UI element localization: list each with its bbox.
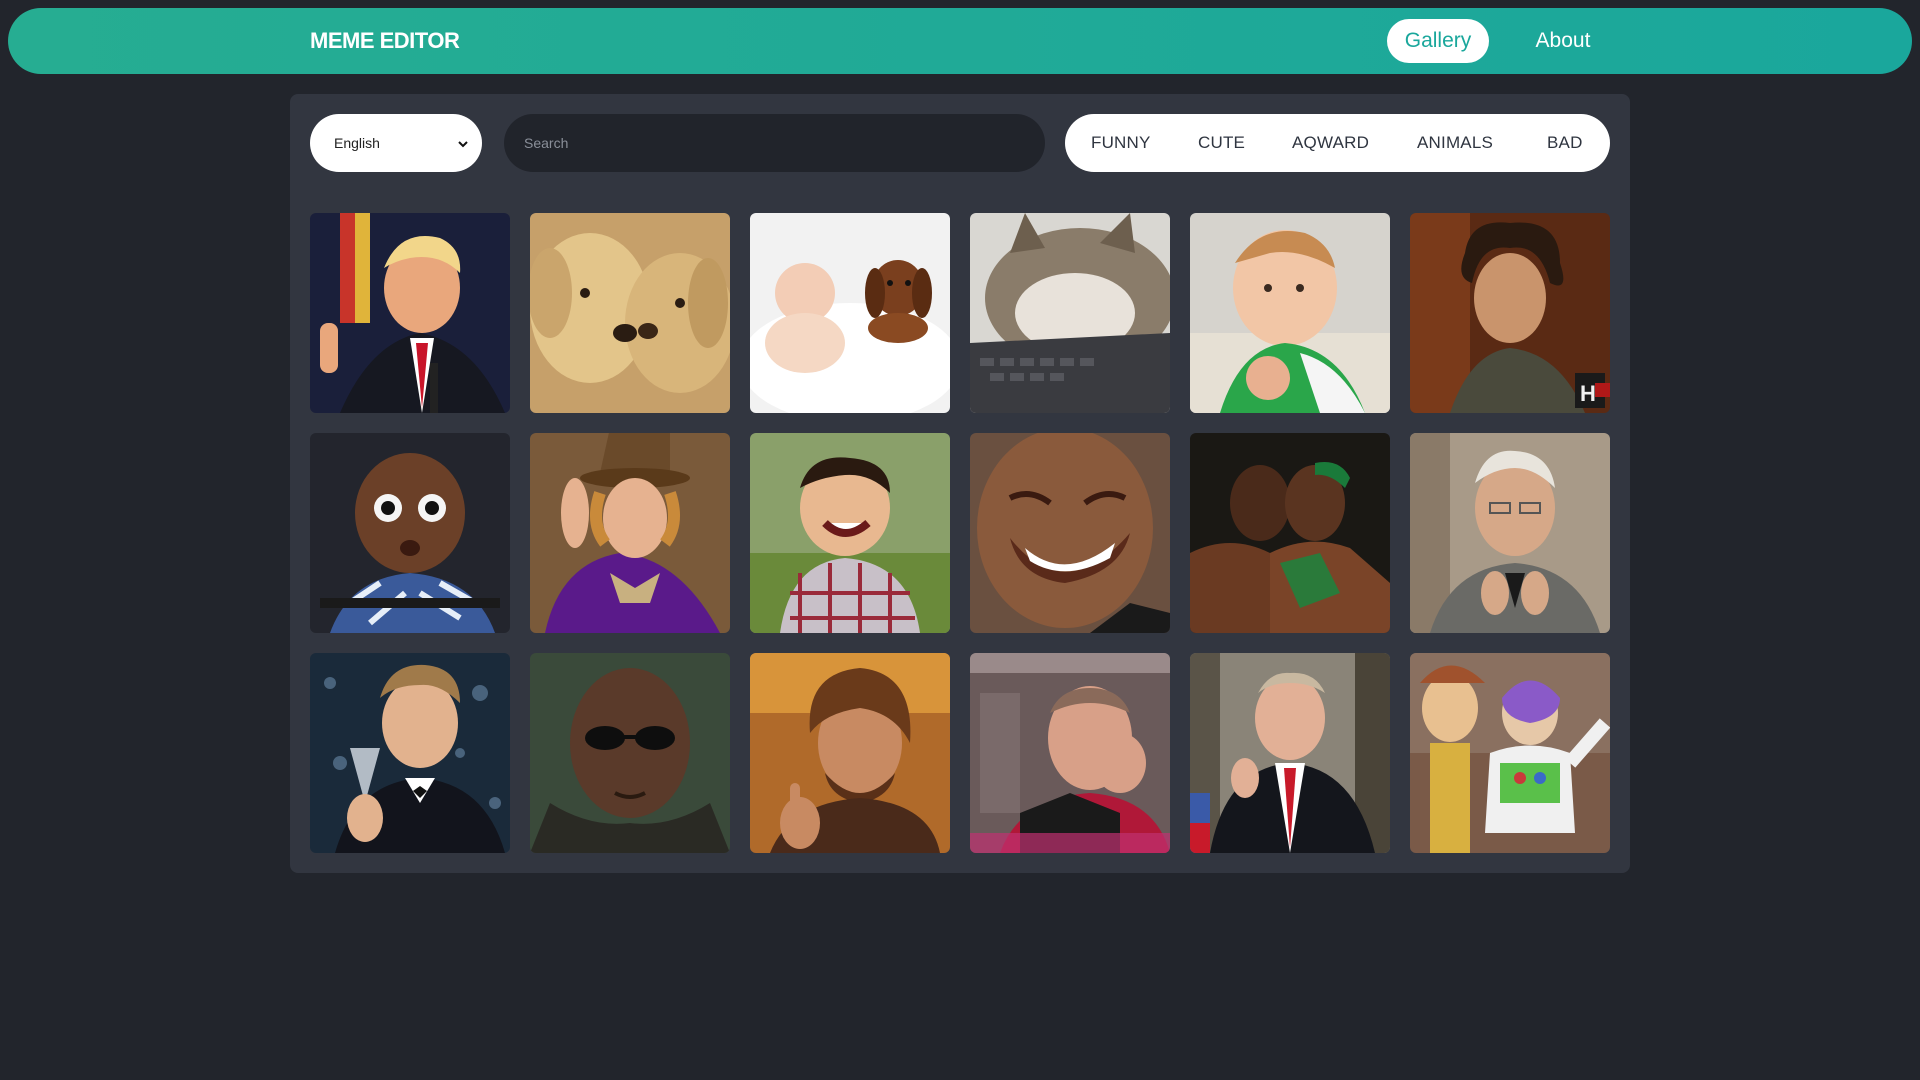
search-placeholder: Search	[524, 135, 569, 151]
meme-thumbnail[interactable]	[970, 213, 1170, 413]
meme-image	[750, 653, 950, 853]
meme-thumbnail[interactable]	[530, 433, 730, 633]
meme-thumbnail[interactable]	[970, 653, 1170, 853]
meme-image	[970, 653, 1170, 853]
tag-aqward[interactable]: AQWARD	[1292, 114, 1369, 172]
meme-thumbnail[interactable]	[750, 653, 950, 853]
app-logo[interactable]: MEME EDITOR	[310, 8, 460, 74]
meme-image	[970, 213, 1170, 413]
search-input[interactable]: Search	[504, 114, 1045, 172]
meme-image	[310, 653, 510, 853]
meme-image	[530, 433, 730, 633]
nav-about-link[interactable]: About	[1518, 19, 1608, 63]
meme-thumbnail[interactable]	[310, 653, 510, 853]
meme-thumbnail[interactable]	[1190, 653, 1390, 853]
meme-thumbnail[interactable]	[310, 213, 510, 413]
meme-thumbnail[interactable]	[530, 213, 730, 413]
tag-funny[interactable]: FUNNY	[1091, 114, 1151, 172]
meme-thumbnail[interactable]	[750, 433, 950, 633]
meme-thumbnail[interactable]: H	[1410, 213, 1610, 413]
gallery-panel: English Search FUNNY CUTE AQWARD ANIMALS…	[290, 94, 1630, 873]
meme-image	[1190, 433, 1390, 633]
meme-thumbnail[interactable]	[310, 433, 510, 633]
meme-image	[1410, 433, 1610, 633]
nav-gallery-link[interactable]: Gallery	[1387, 19, 1489, 63]
language-select-value: English	[334, 135, 380, 151]
meme-image	[530, 653, 730, 853]
meme-thumbnail[interactable]	[1410, 653, 1610, 853]
meme-thumbnail[interactable]	[970, 433, 1170, 633]
meme-image	[1190, 653, 1390, 853]
chevron-down-icon	[458, 141, 468, 148]
meme-image	[310, 213, 510, 413]
meme-image	[1410, 653, 1610, 853]
meme-image	[1190, 213, 1390, 413]
meme-image: H	[1410, 213, 1610, 413]
meme-thumbnail[interactable]	[1190, 433, 1390, 633]
top-navbar: MEME EDITOR Gallery About	[8, 8, 1912, 74]
meme-image	[750, 213, 950, 413]
meme-grid: H	[310, 213, 1610, 853]
meme-thumbnail[interactable]	[1190, 213, 1390, 413]
meme-image	[530, 213, 730, 413]
tag-bad[interactable]: BAD	[1547, 114, 1583, 172]
meme-image	[970, 433, 1170, 633]
svg-text:H: H	[1580, 381, 1596, 406]
meme-thumbnail[interactable]	[1410, 433, 1610, 633]
tag-cute[interactable]: CUTE	[1198, 114, 1245, 172]
meme-image	[310, 433, 510, 633]
tag-filter-bar: FUNNY CUTE AQWARD ANIMALS BAD	[1065, 114, 1610, 172]
language-select[interactable]: English	[310, 114, 482, 172]
meme-image	[750, 433, 950, 633]
meme-thumbnail[interactable]	[530, 653, 730, 853]
meme-thumbnail[interactable]	[750, 213, 950, 413]
tag-animals[interactable]: ANIMALS	[1417, 114, 1493, 172]
